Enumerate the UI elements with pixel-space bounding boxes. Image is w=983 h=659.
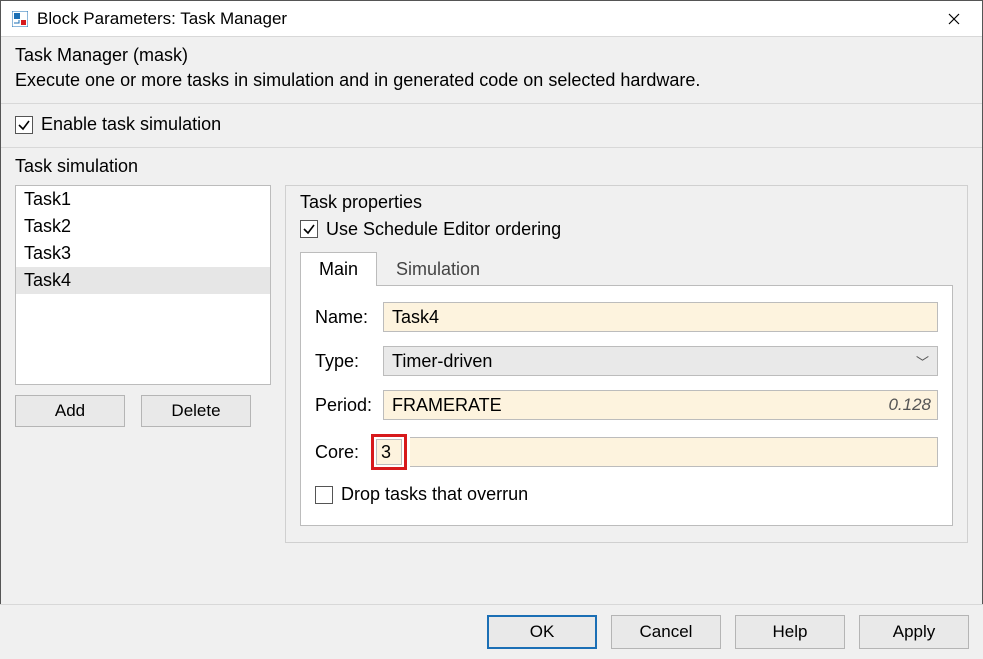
app-icon — [11, 10, 29, 28]
period-hint: 0.128 — [888, 395, 937, 415]
apply-button[interactable]: Apply — [859, 615, 969, 649]
task-list-item[interactable]: Task1 — [16, 186, 270, 213]
delete-button[interactable]: Delete — [141, 395, 251, 427]
mask-header: Task Manager (mask) Execute one or more … — [1, 37, 982, 104]
mask-description: Execute one or more tasks in simulation … — [15, 70, 970, 91]
checkbox-box — [315, 486, 333, 504]
period-input-wrap: 0.128 — [383, 390, 938, 420]
dialog-footer: OK Cancel Help Apply — [0, 604, 983, 659]
close-button[interactable] — [932, 3, 976, 35]
use-schedule-editor-checkbox[interactable]: Use Schedule Editor ordering — [300, 219, 561, 240]
type-label: Type: — [315, 351, 377, 372]
tab-main-panel: Name: Type: Timer-driven ﹀ Period: 0.128 — [300, 286, 953, 526]
enable-task-simulation-label: Enable task simulation — [41, 114, 221, 135]
tabs: Main Simulation — [300, 251, 953, 286]
task-list[interactable]: Task1 Task2 Task3 Task4 — [15, 185, 271, 385]
cancel-button[interactable]: Cancel — [611, 615, 721, 649]
task-simulation-label: Task simulation — [15, 156, 968, 177]
drop-overrun-label: Drop tasks that overrun — [341, 484, 528, 505]
window-title: Block Parameters: Task Manager — [37, 9, 932, 29]
core-highlight — [371, 434, 407, 470]
name-input[interactable] — [383, 302, 938, 332]
period-label: Period: — [315, 395, 377, 416]
task-list-item[interactable]: Task3 — [16, 240, 270, 267]
name-label: Name: — [315, 307, 377, 328]
checkbox-box — [300, 220, 318, 238]
check-icon — [302, 222, 316, 236]
add-button[interactable]: Add — [15, 395, 125, 427]
drop-overrun-checkbox[interactable]: Drop tasks that overrun — [315, 484, 528, 505]
task-list-column: Task1 Task2 Task3 Task4 Add Delete — [15, 185, 271, 543]
mask-title: Task Manager (mask) — [15, 45, 970, 66]
core-input-extension[interactable] — [410, 437, 938, 467]
type-select[interactable]: Timer-driven ﹀ — [383, 346, 938, 376]
title-bar: Block Parameters: Task Manager — [1, 1, 982, 37]
tab-main[interactable]: Main — [300, 252, 377, 286]
enable-area: Enable task simulation — [1, 104, 982, 148]
use-schedule-editor-label: Use Schedule Editor ordering — [326, 219, 561, 240]
check-icon — [17, 118, 31, 132]
type-value: Timer-driven — [392, 351, 492, 372]
task-list-item[interactable]: Task4 — [16, 267, 270, 294]
task-properties-panel: Task properties Use Schedule Editor orde… — [285, 185, 968, 543]
tab-simulation[interactable]: Simulation — [377, 252, 499, 286]
main-area: Task simulation Task1 Task2 Task3 Task4 … — [1, 148, 982, 618]
close-icon — [948, 13, 960, 25]
enable-task-simulation-checkbox[interactable]: Enable task simulation — [15, 114, 221, 135]
help-button[interactable]: Help — [735, 615, 845, 649]
task-list-item[interactable]: Task2 — [16, 213, 270, 240]
period-input[interactable] — [384, 391, 888, 419]
core-input[interactable] — [376, 439, 402, 465]
chevron-down-icon: ﹀ — [916, 352, 929, 371]
task-properties-label: Task properties — [300, 192, 953, 213]
core-label: Core: — [315, 442, 365, 463]
ok-button[interactable]: OK — [487, 615, 597, 649]
checkbox-box — [15, 116, 33, 134]
